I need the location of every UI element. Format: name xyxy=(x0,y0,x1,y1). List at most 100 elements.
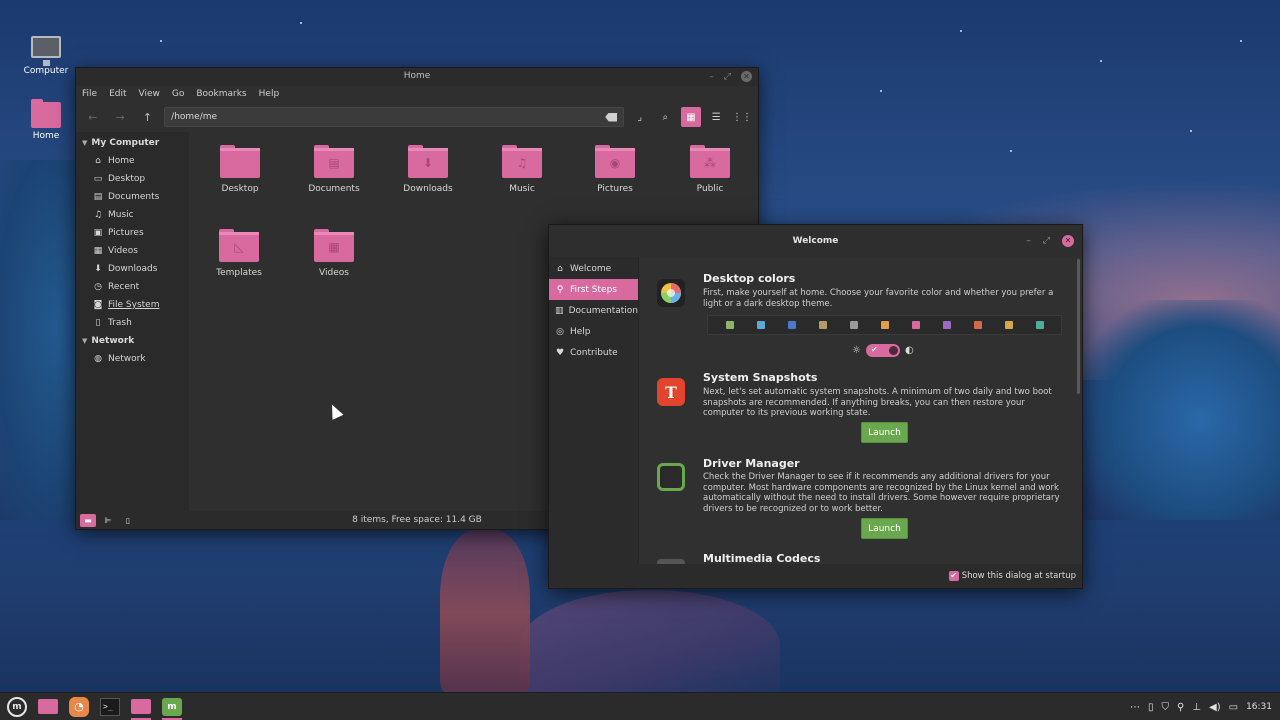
sidebar-item-documents[interactable]: ▤ Documents xyxy=(76,188,189,206)
menu-edit[interactable]: Edit xyxy=(109,89,126,99)
sidebar-item-videos[interactable]: ▦ Videos xyxy=(76,242,189,260)
minimize-icon[interactable]: – xyxy=(1026,236,1031,246)
window-titlebar[interactable]: Home – ⤢ ✕ xyxy=(76,68,758,86)
menu-bookmarks[interactable]: Bookmarks xyxy=(196,89,246,99)
clock[interactable]: 16:31 xyxy=(1246,702,1272,712)
color-swatch[interactable] xyxy=(818,321,827,329)
menu-help[interactable]: Help xyxy=(259,89,280,99)
sidebar-header-network[interactable]: ▼ Network xyxy=(76,332,189,350)
back-button[interactable]: ← xyxy=(82,107,103,127)
network-icon: ◍ xyxy=(94,354,102,364)
nav-documentation[interactable]: ▥ Documentation xyxy=(549,300,638,321)
color-swatch[interactable] xyxy=(973,321,982,329)
sidebar-item-pictures[interactable]: ▣ Pictures xyxy=(76,224,189,242)
close-icon[interactable]: ✕ xyxy=(741,71,752,82)
network-icon[interactable]: ⊥ xyxy=(1192,702,1201,713)
trash-icon: ▯ xyxy=(95,318,101,328)
launcher-firefox[interactable]: ◔ xyxy=(65,694,93,720)
color-swatch[interactable] xyxy=(849,321,858,329)
shield-icon[interactable]: ⛉ xyxy=(1161,702,1169,713)
desktop-icon-label: Computer xyxy=(23,66,69,76)
launch-snapshots-button[interactable]: Launch xyxy=(861,422,908,443)
dark-theme-toggle[interactable]: ✔ xyxy=(865,344,900,357)
launch-driver-manager-button[interactable]: Launch xyxy=(861,518,908,539)
moon-icon: ◐ xyxy=(904,345,914,356)
color-palette-icon xyxy=(657,279,685,307)
more-icon[interactable]: ⋯ xyxy=(1130,702,1140,713)
up-button[interactable]: ↑ xyxy=(137,107,158,127)
task-welcome[interactable]: m xyxy=(158,694,186,720)
minimize-icon[interactable]: – xyxy=(709,72,714,82)
nav-contribute[interactable]: ♥ Contribute xyxy=(549,342,638,363)
folder-desktop[interactable]: Desktop xyxy=(200,145,280,194)
toolbar: ← → ↑ /home/me ⌟ ⌕ ▦ ☰ ⋮⋮ xyxy=(76,102,758,132)
folder-public[interactable]: ⁂ Public xyxy=(670,145,750,194)
sidebar-item-network[interactable]: ◍ Network xyxy=(76,350,189,368)
forward-button[interactable]: → xyxy=(109,107,130,127)
color-swatch[interactable] xyxy=(942,321,951,329)
location-bar[interactable]: /home/me xyxy=(164,107,625,127)
menu-button[interactable]: m xyxy=(3,694,31,720)
video-icon: ▦ xyxy=(93,246,103,256)
nav-welcome[interactable]: ⌂ Welcome xyxy=(549,258,638,279)
folder-pictures[interactable]: ◉ Pictures xyxy=(575,145,655,194)
folder-downloads[interactable]: ⬇ Downloads xyxy=(388,145,468,194)
location-icon[interactable]: ⚲ xyxy=(1177,702,1184,713)
color-swatch[interactable] xyxy=(1004,321,1013,329)
folder-music[interactable]: ♫ Music xyxy=(482,145,562,194)
search-button[interactable]: ⌕ xyxy=(656,107,675,127)
desktop-icon-computer[interactable]: Computer xyxy=(16,36,76,76)
battery-icon[interactable]: ▭ xyxy=(1229,702,1238,713)
menu-go[interactable]: Go xyxy=(172,89,184,99)
folder-videos[interactable]: ▦ Videos xyxy=(294,229,374,278)
section-title: Multimedia Codecs xyxy=(703,552,821,564)
window-titlebar[interactable]: Welcome – ⤢ ✕ xyxy=(549,225,1082,257)
menu-file[interactable]: File xyxy=(82,89,97,99)
compact-view-button[interactable]: ⋮⋮ xyxy=(732,107,752,127)
maximize-icon[interactable]: ⤢ xyxy=(724,72,731,82)
show-at-startup-checkbox[interactable]: ✔ Show this dialog at startup xyxy=(948,571,1076,581)
task-files[interactable] xyxy=(127,694,155,720)
volume-icon[interactable]: ◀) xyxy=(1209,702,1221,713)
folder-templates-icon: ◺ xyxy=(219,229,259,262)
sidebar-item-music[interactable]: ♫ Music xyxy=(76,206,189,224)
home-icon: ⌂ xyxy=(557,263,563,274)
folder-templates[interactable]: ◺ Templates xyxy=(199,229,279,278)
nav-first-steps[interactable]: ⚲ First Steps xyxy=(549,279,638,300)
arrow-left-icon: ← xyxy=(88,110,98,124)
folder-label: Music xyxy=(509,184,535,194)
clipboard-icon[interactable]: ▯ xyxy=(1148,702,1154,713)
folder-label: Desktop xyxy=(221,184,259,194)
taskbar: m ◔ >_ m ⋯ ▯ ⛉ ⚲ ⊥ ◀) ▭ 16:31 xyxy=(0,692,1280,720)
icon-view-button[interactable]: ▦ xyxy=(681,107,701,127)
color-swatch[interactable] xyxy=(1035,321,1044,329)
window-title: Home xyxy=(403,71,431,81)
sidebar-item-file-system[interactable]: ◙ File System xyxy=(76,296,189,314)
launcher-terminal[interactable]: >_ xyxy=(96,694,124,720)
sidebar-item-home[interactable]: ⌂ Home xyxy=(76,152,189,170)
color-swatch[interactable] xyxy=(787,321,796,329)
sidebar-item-desktop[interactable]: ▭ Desktop xyxy=(76,170,189,188)
toggle-location-button[interactable]: ⌟ xyxy=(630,107,649,127)
color-swatch[interactable] xyxy=(911,321,920,329)
close-icon[interactable]: ✕ xyxy=(1062,235,1074,247)
recent-icon: ◷ xyxy=(94,282,102,292)
sidebar-item-recent[interactable]: ◷ Recent xyxy=(76,278,189,296)
sidebar-item-downloads[interactable]: ⬇ Downloads xyxy=(76,260,189,278)
list-view-button[interactable]: ☰ xyxy=(707,107,726,127)
desktop-icon-home[interactable]: Home xyxy=(16,99,76,141)
maximize-icon[interactable]: ⤢ xyxy=(1043,236,1050,246)
color-swatch[interactable] xyxy=(880,321,889,329)
folder-label: Documents xyxy=(308,184,360,194)
menu-view[interactable]: View xyxy=(139,89,160,99)
folder-documents[interactable]: ▤ Documents xyxy=(294,145,374,194)
scrollbar[interactable] xyxy=(1077,259,1080,394)
launcher-files[interactable] xyxy=(34,694,62,720)
sidebar-item-trash[interactable]: ▯ Trash xyxy=(76,314,189,332)
clear-location-icon[interactable] xyxy=(605,112,618,122)
nav-help[interactable]: ◎ Help xyxy=(549,321,638,342)
color-swatch[interactable] xyxy=(756,321,765,329)
grid-view-icon: ▦ xyxy=(686,111,696,123)
sidebar-header-my-computer[interactable]: ▼ My Computer xyxy=(76,134,189,152)
color-swatch[interactable] xyxy=(725,321,734,329)
